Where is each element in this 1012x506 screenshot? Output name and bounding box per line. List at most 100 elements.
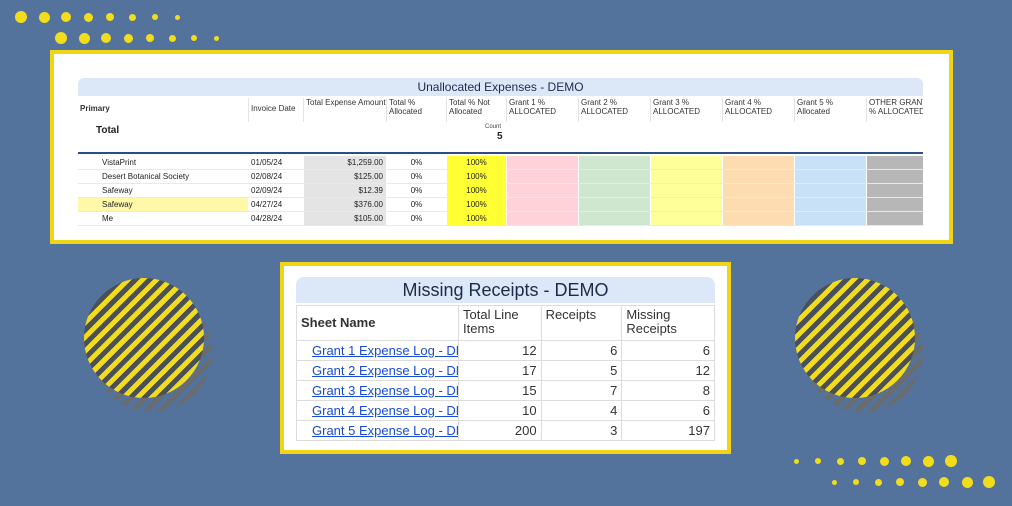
cell-invoice-date[interactable]: 02/08/24 bbox=[248, 170, 303, 183]
cell-grant4[interactable] bbox=[722, 156, 794, 169]
dot bbox=[191, 35, 197, 41]
cell-grant3[interactable] bbox=[650, 198, 722, 211]
cell-receipts: 6 bbox=[540, 340, 623, 361]
dot bbox=[793, 458, 799, 464]
cell-amount[interactable]: $376.00 bbox=[303, 198, 386, 211]
cell-receipts: 7 bbox=[540, 380, 623, 401]
dot bbox=[123, 33, 133, 43]
cell-amount[interactable]: $1,259.00 bbox=[303, 156, 386, 169]
cell-sheet-name: Grant 1 Expense Log - DEMO bbox=[296, 340, 459, 361]
cell-not-allocated[interactable]: 100% bbox=[446, 184, 506, 197]
cell-grant3[interactable] bbox=[650, 156, 722, 169]
receipt-row: Grant 5 Expense Log - DEMO2003197 bbox=[296, 420, 715, 441]
header-missing-receipts: Missing Receipts bbox=[621, 305, 715, 341]
unallocated-expenses-table: Unallocated Expenses - DEMO Primary Invo… bbox=[78, 78, 923, 228]
header-total-not-allocated: Total % Not Allocated bbox=[446, 98, 506, 122]
missing-receipts-panel: Missing Receipts - DEMO Sheet Name Total… bbox=[280, 262, 731, 454]
missing-receipts-header-row: Sheet Name Total Line Items Receipts Mis… bbox=[296, 305, 715, 341]
cell-other-grant[interactable] bbox=[866, 198, 923, 211]
expense-row[interactable]: VistaPrint 01/05/24 $1,259.00 0% 100% bbox=[78, 156, 923, 170]
cell-total-allocated[interactable]: 0% bbox=[386, 156, 446, 169]
cell-grant2[interactable] bbox=[578, 184, 650, 197]
sheet-link[interactable]: Grant 5 Expense Log - DEMO bbox=[312, 423, 458, 438]
expense-row[interactable]: Safeway 02/09/24 $12.39 0% 100% bbox=[78, 184, 923, 198]
cell-grant4[interactable] bbox=[722, 184, 794, 197]
sheet-link[interactable]: Grant 4 Expense Log - DEMO bbox=[312, 403, 458, 418]
sheet-link[interactable]: Grant 3 Expense Log - DEMO bbox=[312, 383, 458, 398]
cell-amount[interactable]: $125.00 bbox=[303, 170, 386, 183]
cell-not-allocated[interactable]: 100% bbox=[446, 156, 506, 169]
header-primary: Primary bbox=[80, 104, 110, 113]
header-grant4-allocated: Grant 4 % ALLOCATED bbox=[722, 98, 794, 122]
cell-total-allocated[interactable]: 0% bbox=[386, 198, 446, 211]
cell-total-allocated[interactable]: 0% bbox=[386, 170, 446, 183]
cell-other-grant[interactable] bbox=[866, 184, 923, 197]
cell-grant1[interactable] bbox=[506, 212, 578, 225]
cell-primary[interactable]: Me bbox=[78, 212, 248, 225]
cell-grant1[interactable] bbox=[506, 184, 578, 197]
dot bbox=[874, 478, 882, 486]
cell-grant3[interactable] bbox=[650, 170, 722, 183]
cell-grant5[interactable] bbox=[794, 212, 866, 225]
cell-grant2[interactable] bbox=[578, 212, 650, 225]
dot bbox=[152, 14, 158, 20]
cell-grant3[interactable] bbox=[650, 184, 722, 197]
dot bbox=[213, 35, 219, 41]
dot bbox=[146, 34, 154, 42]
cell-other-grant[interactable] bbox=[866, 212, 923, 225]
cell-not-allocated[interactable]: 100% bbox=[446, 198, 506, 211]
cell-grant3[interactable] bbox=[650, 212, 722, 225]
cell-primary[interactable]: VistaPrint bbox=[78, 156, 248, 169]
cell-not-allocated[interactable]: 100% bbox=[446, 212, 506, 225]
expense-row[interactable]: Me 04/28/24 $105.00 0% 100% bbox=[78, 212, 923, 226]
cell-invoice-date[interactable]: 04/27/24 bbox=[248, 198, 303, 211]
cell-grant5[interactable] bbox=[794, 156, 866, 169]
cell-not-allocated[interactable]: 100% bbox=[446, 170, 506, 183]
cell-other-grant[interactable] bbox=[866, 170, 923, 183]
cell-grant5[interactable] bbox=[794, 184, 866, 197]
cell-invoice-date[interactable]: 01/05/24 bbox=[248, 156, 303, 169]
header-invoice-date: Invoice Date bbox=[248, 98, 303, 122]
cell-grant4[interactable] bbox=[722, 170, 794, 183]
cell-invoice-date[interactable]: 04/28/24 bbox=[248, 212, 303, 225]
cell-primary[interactable]: Safeway bbox=[78, 184, 248, 197]
count-label: Count bbox=[485, 124, 502, 130]
cell-other-grant[interactable] bbox=[866, 156, 923, 169]
count-value: 5 bbox=[497, 131, 503, 142]
cell-amount[interactable]: $12.39 bbox=[303, 184, 386, 197]
cell-grant2[interactable] bbox=[578, 156, 650, 169]
cell-grant1[interactable] bbox=[506, 198, 578, 211]
cell-grant1[interactable] bbox=[506, 156, 578, 169]
dot bbox=[901, 456, 911, 466]
sheet-link[interactable]: Grant 1 Expense Log - DEMO bbox=[312, 343, 458, 358]
expense-row[interactable]: Desert Botanical Society 02/08/24 $125.00 0… bbox=[78, 170, 923, 184]
cell-sheet-name: Grant 3 Expense Log - DEMO bbox=[296, 380, 459, 401]
striped-circle-left bbox=[84, 278, 204, 398]
cell-grant2[interactable] bbox=[578, 198, 650, 211]
cell-missing: 8 bbox=[621, 380, 715, 401]
dot bbox=[917, 477, 927, 487]
cell-total-allocated[interactable]: 0% bbox=[386, 184, 446, 197]
header-total-allocated: Total % Allocated bbox=[386, 98, 446, 122]
cell-grant5[interactable] bbox=[794, 198, 866, 211]
cell-grant4[interactable] bbox=[722, 212, 794, 225]
total-label: Total bbox=[96, 125, 120, 136]
cell-primary[interactable]: Safeway bbox=[78, 198, 248, 211]
cell-total-allocated[interactable]: 0% bbox=[386, 212, 446, 225]
unallocated-rows: VistaPrint 01/05/24 $1,259.00 0% 100% Desert … bbox=[78, 156, 923, 226]
dot bbox=[853, 479, 859, 485]
cell-receipts: 3 bbox=[540, 420, 623, 441]
cell-receipts: 5 bbox=[540, 360, 623, 381]
cell-primary[interactable]: Desert Botanical Society bbox=[78, 170, 248, 183]
cell-grant4[interactable] bbox=[722, 198, 794, 211]
dot bbox=[831, 479, 837, 485]
cell-grant5[interactable] bbox=[794, 170, 866, 183]
cell-amount[interactable]: $105.00 bbox=[303, 212, 386, 225]
receipt-row: Grant 3 Expense Log - DEMO1578 bbox=[296, 380, 715, 401]
cell-grant1[interactable] bbox=[506, 170, 578, 183]
cell-invoice-date[interactable]: 02/09/24 bbox=[248, 184, 303, 197]
receipt-row: Grant 2 Expense Log - DEMO17512 bbox=[296, 360, 715, 381]
sheet-link[interactable]: Grant 2 Expense Log - DEMO bbox=[312, 363, 458, 378]
expense-row[interactable]: Safeway 04/27/24 $376.00 0% 100% bbox=[78, 198, 923, 212]
cell-grant2[interactable] bbox=[578, 170, 650, 183]
